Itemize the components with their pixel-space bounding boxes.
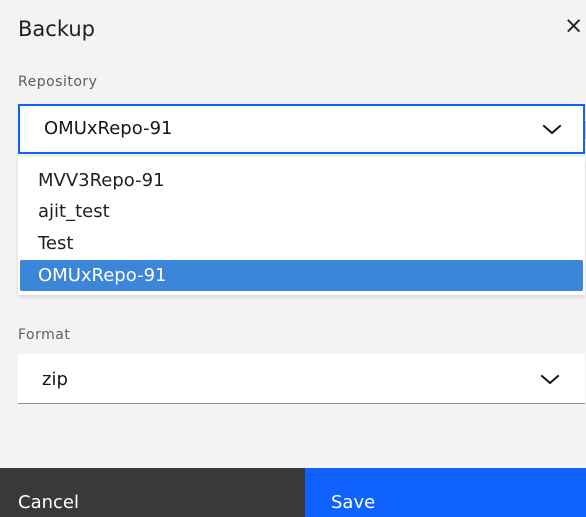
dropdown-option-omuxrepo-91[interactable]: OMUxRepo-91 [20,260,583,291]
format-select[interactable]: zip [18,354,585,404]
chevron-down-icon [540,374,560,385]
chevron-down-icon [542,124,562,135]
dialog-footer: Cancel Save [0,468,586,517]
repository-dropdown-list: MVV3Repo-91 ajit_test Test OMUxRepo-91 [18,157,585,295]
save-button[interactable]: Save [305,468,586,517]
repository-select[interactable]: OMUxRepo-91 [18,104,586,154]
format-selected-value: zip [42,369,68,390]
dropdown-option-mvv3repo-91[interactable]: MVV3Repo-91 [20,165,583,196]
repository-selected-value: OMUxRepo-91 [44,118,173,139]
backup-dialog: Backup × Repository OMUxRepo-91 MVV3Repo… [0,0,586,517]
dialog-title: Backup [18,17,95,41]
cancel-button[interactable]: Cancel [0,468,305,517]
close-icon[interactable]: × [564,12,586,40]
dropdown-option-test[interactable]: Test [20,228,583,259]
format-label: Format [18,327,71,343]
dropdown-option-ajit-test[interactable]: ajit_test [20,196,583,227]
repository-label: Repository [18,74,98,90]
